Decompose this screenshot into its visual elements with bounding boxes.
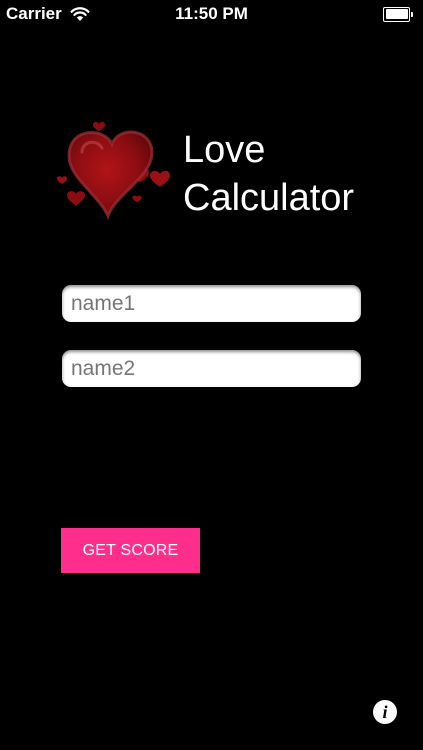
info-icon: i <box>382 702 388 722</box>
battery-fill <box>385 9 408 19</box>
app-title-line2: Calculator <box>183 177 355 219</box>
hearts-logo-icon <box>52 112 177 222</box>
wifi-icon <box>70 6 90 22</box>
name1-input[interactable] <box>62 285 361 322</box>
name2-input[interactable] <box>62 350 361 387</box>
status-bar: Carrier <box>0 0 423 28</box>
app-title-line1: Love <box>183 129 266 171</box>
battery-body <box>383 6 410 22</box>
status-left: Carrier <box>6 4 90 24</box>
info-button[interactable]: i <box>373 700 397 724</box>
get-score-button[interactable]: GET SCORE <box>61 528 200 573</box>
battery-tip <box>411 11 413 17</box>
battery-icon <box>383 6 413 22</box>
carrier-label: Carrier <box>6 4 62 23</box>
app-title: Love Calculator <box>183 126 354 222</box>
